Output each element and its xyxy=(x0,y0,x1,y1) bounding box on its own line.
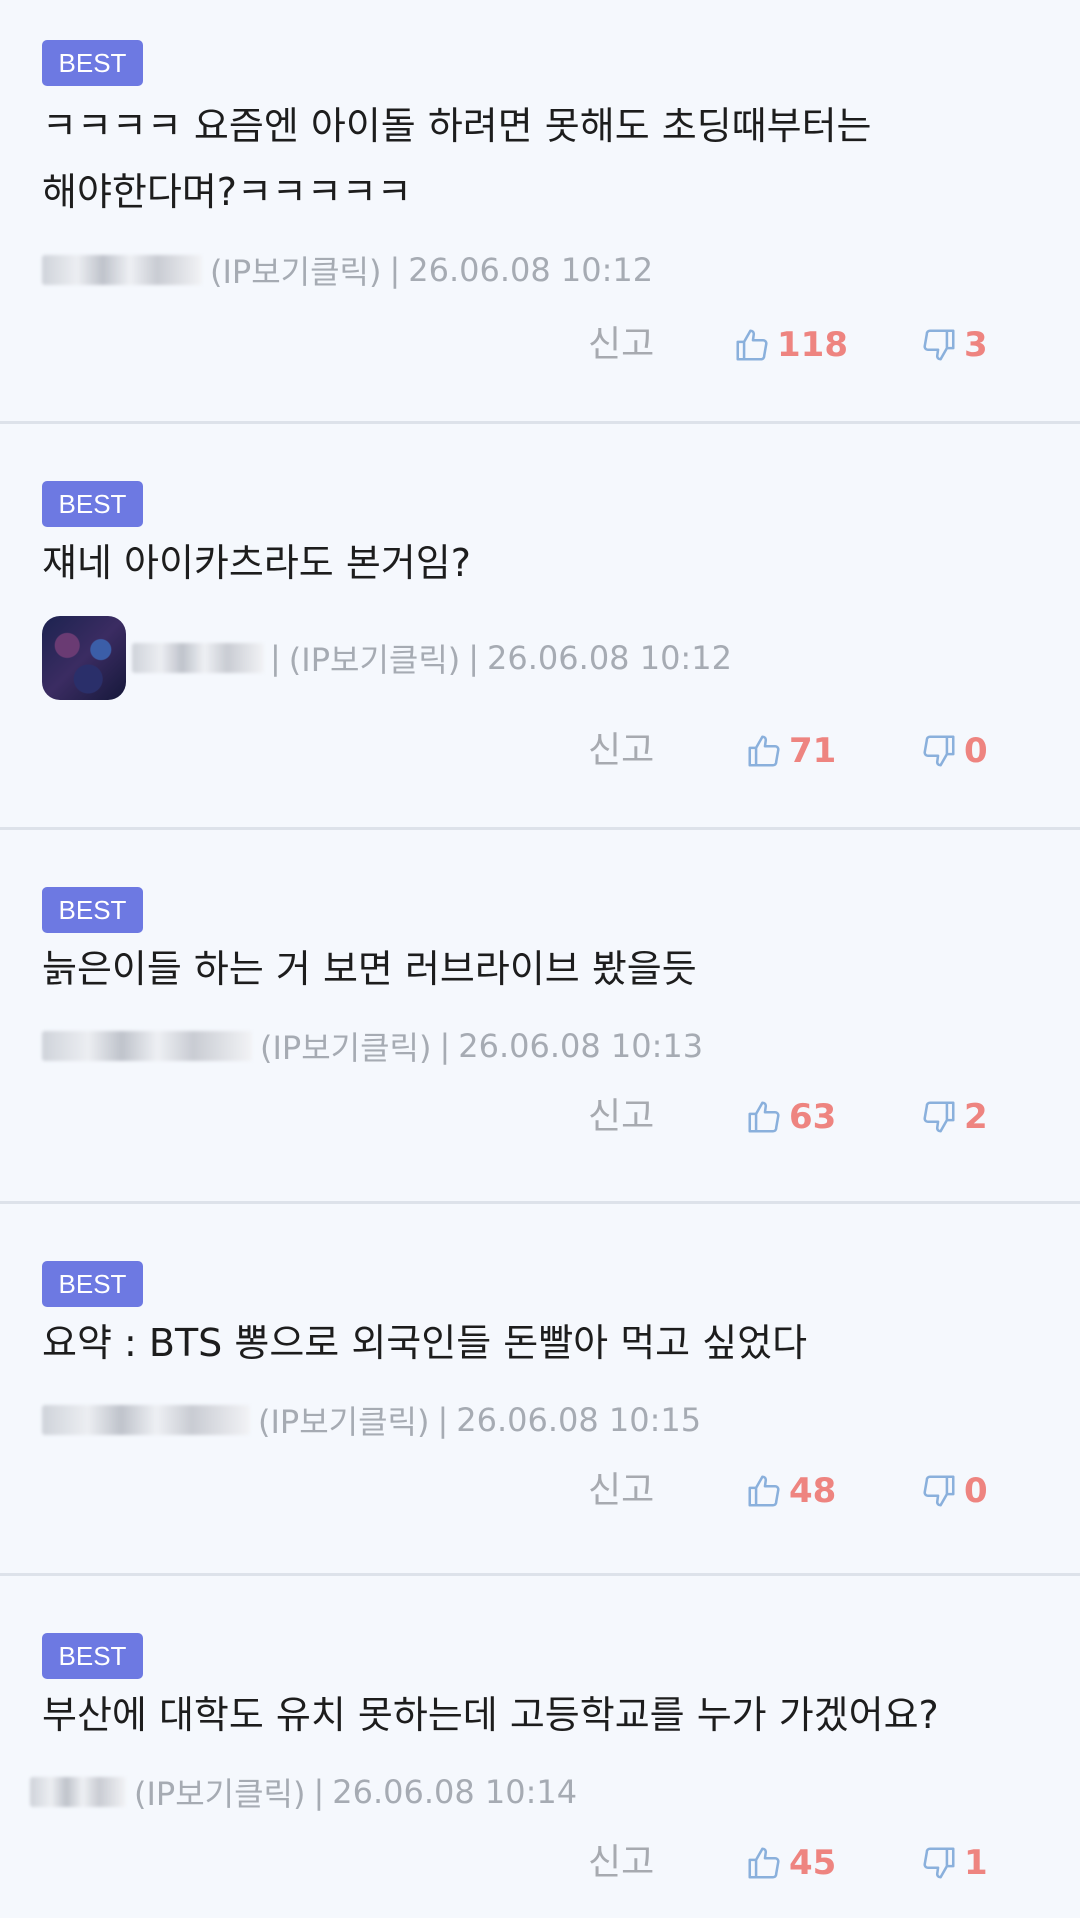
comment-meta: (IP보기클릭) | 26.06.08 10:12 xyxy=(42,247,654,293)
like-button[interactable]: 48 xyxy=(745,1466,836,1516)
comment-text: 요약 : BTS 뽕으로 외국인들 돈빨아 먹고 싶었다 xyxy=(42,1321,808,1365)
comment-item: BEST 쟤네 아이카츠라도 본거임? | (IP보기클릭) | 26.06.0… xyxy=(0,424,1080,830)
meta-separator: | xyxy=(270,639,281,677)
comment-actions: 신고 48 0 xyxy=(0,1466,1080,1516)
best-badge: BEST xyxy=(42,40,143,86)
meta-separator: | xyxy=(313,1773,325,1811)
like-count: 45 xyxy=(789,1843,837,1883)
best-badge: BEST xyxy=(42,1261,143,1307)
report-button[interactable]: 신고 xyxy=(588,726,654,776)
author-name-blurred[interactable] xyxy=(42,1031,252,1061)
like-button[interactable]: 63 xyxy=(745,1092,836,1142)
meta-separator: | xyxy=(389,251,401,289)
thumbs-down-icon xyxy=(923,735,955,767)
comment-meta: (IP보기클릭) | 26.06.08 10:15 xyxy=(42,1397,702,1443)
dislike-count: 0 xyxy=(964,1471,988,1511)
comment-actions: 신고 45 1 xyxy=(0,1838,1080,1888)
comment-datetime: 26.06.08 10:13 xyxy=(458,1027,704,1065)
dislike-button[interactable]: 3 xyxy=(920,320,988,370)
thumbs-up-icon xyxy=(748,1101,780,1133)
comment-meta: | (IP보기클릭) | 26.06.08 10:12 xyxy=(42,616,732,700)
comment-meta: (IP보기클릭) | 26.06.08 10:14 xyxy=(30,1769,578,1815)
comment-list: BEST ㅋㅋㅋㅋ 요즘엔 아이돌 하려면 못해도 초딩때부터는 해야한다며?ㅋ… xyxy=(0,0,1080,1918)
comment-actions: 신고 118 3 xyxy=(0,320,1080,370)
comment-datetime: 26.06.08 10:12 xyxy=(408,251,654,289)
like-count: 71 xyxy=(789,731,837,771)
comment-item: BEST 늙은이들 하는 거 보면 러브라이브 봤을듯 (IP보기클릭) | 2… xyxy=(0,830,1080,1204)
thumbs-down-icon xyxy=(923,329,955,361)
thumbs-up-icon xyxy=(748,1475,780,1507)
comment-text: 늙은이들 하는 거 보면 러브라이브 봤을듯 xyxy=(42,947,697,991)
comment-datetime: 26.06.08 10:15 xyxy=(456,1401,702,1439)
report-button[interactable]: 신고 xyxy=(588,1838,654,1888)
author-name-blurred[interactable] xyxy=(42,1405,250,1435)
best-badge: BEST xyxy=(42,887,143,933)
like-button[interactable]: 45 xyxy=(745,1838,836,1888)
best-badge: BEST xyxy=(42,1633,143,1679)
like-count: 63 xyxy=(789,1097,837,1137)
comment-text: 쟤네 아이카츠라도 본거임? xyxy=(42,541,471,585)
avatar[interactable] xyxy=(42,616,126,700)
author-name-blurred[interactable] xyxy=(132,643,264,673)
comment-item: BEST 부산에 대학도 유치 못하는데 고등학교를 누가 가겠어요? (IP보… xyxy=(0,1576,1080,1918)
ip-view-link[interactable]: (IP보기클릭) xyxy=(258,1397,429,1443)
dislike-button[interactable]: 0 xyxy=(920,1466,988,1516)
like-button[interactable]: 118 xyxy=(733,320,848,370)
dislike-count: 0 xyxy=(964,731,988,771)
author-name-blurred[interactable] xyxy=(42,255,202,285)
ip-view-link[interactable]: (IP보기클릭) xyxy=(260,1023,431,1069)
best-badge: BEST xyxy=(42,481,143,527)
thumbs-up-icon xyxy=(748,735,780,767)
report-button[interactable]: 신고 xyxy=(588,1466,654,1516)
comment-actions: 신고 63 2 xyxy=(0,1092,1080,1142)
like-count: 118 xyxy=(777,325,848,365)
ip-view-link[interactable]: (IP보기클릭) xyxy=(134,1769,305,1815)
like-count: 48 xyxy=(789,1471,837,1511)
dislike-button[interactable]: 0 xyxy=(920,726,988,776)
comment-item: BEST 요약 : BTS 뽕으로 외국인들 돈빨아 먹고 싶었다 (IP보기클… xyxy=(0,1204,1080,1576)
dislike-count: 1 xyxy=(964,1843,988,1883)
author-name-blurred[interactable] xyxy=(30,1777,126,1807)
meta-separator: | xyxy=(468,639,480,677)
thumbs-down-icon xyxy=(923,1847,955,1879)
comment-datetime: 26.06.08 10:14 xyxy=(332,1773,578,1811)
meta-separator: | xyxy=(437,1401,449,1439)
comment-meta: (IP보기클릭) | 26.06.08 10:13 xyxy=(42,1023,704,1069)
comment-text: 부산에 대학도 유치 못하는데 고등학교를 누가 가겠어요? xyxy=(42,1693,939,1737)
ip-view-link[interactable]: (IP보기클릭) xyxy=(210,247,381,293)
dislike-count: 3 xyxy=(964,325,988,365)
comment-text: ㅋㅋㅋㅋ 요즘엔 아이돌 하려면 못해도 초딩때부터는 해야한다며?ㅋㅋㅋㅋㅋ xyxy=(42,104,872,214)
thumbs-down-icon xyxy=(923,1101,955,1133)
thumbs-up-icon xyxy=(736,329,768,361)
thumbs-up-icon xyxy=(748,1847,780,1879)
thumbs-down-icon xyxy=(923,1475,955,1507)
dislike-count: 2 xyxy=(964,1097,988,1137)
like-button[interactable]: 71 xyxy=(745,726,836,776)
dislike-button[interactable]: 1 xyxy=(920,1838,988,1888)
meta-separator: | xyxy=(439,1027,451,1065)
comment-datetime: 26.06.08 10:12 xyxy=(487,639,732,677)
report-button[interactable]: 신고 xyxy=(588,320,654,370)
comment-actions: 신고 71 0 xyxy=(0,726,1080,776)
dislike-button[interactable]: 2 xyxy=(920,1092,988,1142)
comment-item: BEST ㅋㅋㅋㅋ 요즘엔 아이돌 하려면 못해도 초딩때부터는 해야한다며?ㅋ… xyxy=(0,0,1080,424)
report-button[interactable]: 신고 xyxy=(588,1092,654,1142)
ip-view-link[interactable]: (IP보기클릭) xyxy=(289,635,460,681)
